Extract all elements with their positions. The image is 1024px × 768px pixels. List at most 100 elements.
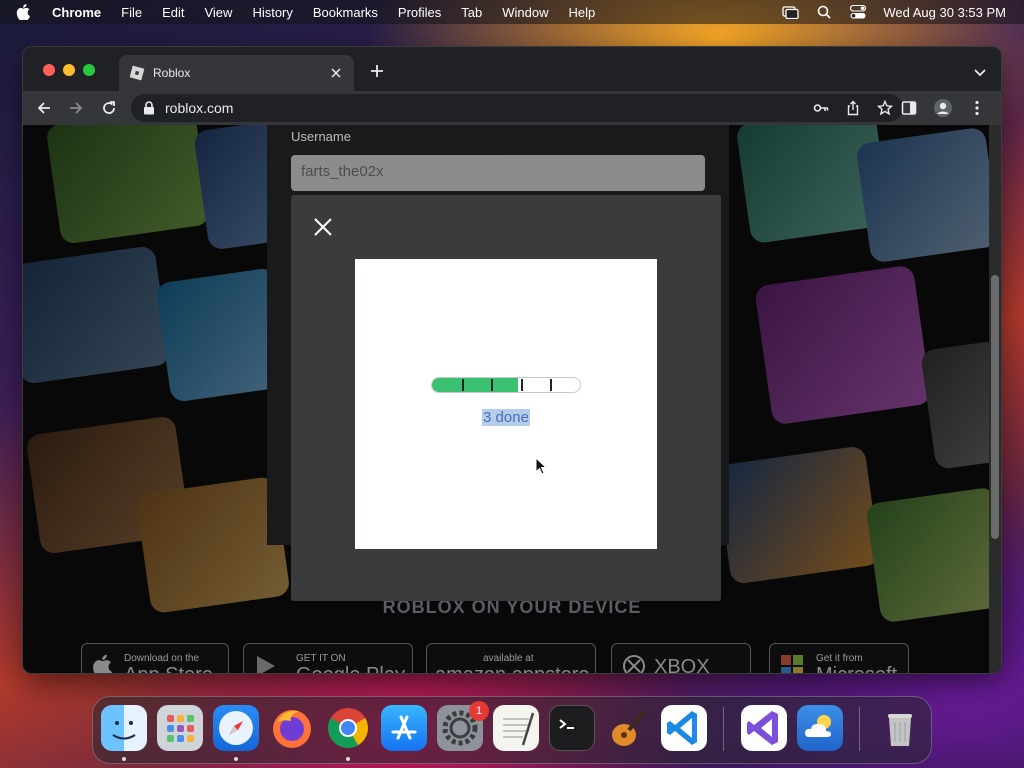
menu-app-name[interactable]: Chrome [52,5,101,20]
apple-logo-icon [92,654,116,673]
google-play-small-text: GET IT ON [296,653,346,664]
scrollbar-thumb[interactable] [991,275,999,539]
dock-garageband[interactable] [605,705,651,751]
address-bar[interactable]: roblox.com [131,94,903,122]
progress-bar [431,377,581,393]
clock[interactable]: Wed Aug 30 3:53 PM [883,5,1006,20]
xbox-logo-icon [622,654,646,673]
xbox-one-badge[interactable]: XBOX ONE [611,643,751,674]
share-icon[interactable] [845,100,861,119]
menu-history[interactable]: History [252,5,292,20]
menu-window[interactable]: Window [502,5,548,20]
firefox-icon [273,710,311,748]
profile-avatar-icon[interactable] [929,94,957,122]
spotlight-search-icon[interactable] [815,5,833,19]
tab-strip: Roblox [23,47,1001,91]
google-play-big-text: Google Play [296,664,405,673]
app-store-small-text: Download on the [124,653,200,664]
dock-textedit[interactable] [493,705,539,751]
dock-separator [859,707,860,751]
visual-studio-icon [747,711,778,745]
tab-search-chevron-icon[interactable] [973,65,987,77]
dock-weather[interactable] [797,705,843,751]
challenge-frame: 3 done [355,259,657,549]
microsoft-small-text: Get it from [816,653,863,664]
dock-separator [723,707,724,751]
google-play-icon [254,654,278,673]
running-indicator [346,757,350,761]
username-input[interactable]: farts_the02x [291,155,705,191]
dock-trash[interactable] [877,705,923,751]
app-store-badge[interactable]: Download on the App Store [81,643,229,673]
dock-app-store[interactable] [381,705,427,751]
menu-bar: Chrome File Edit View History Bookmarks … [0,0,1024,24]
back-arrow-icon[interactable] [30,94,58,122]
amazon-small-text: available at [483,653,534,664]
close-window-button[interactable] [43,64,55,76]
dock-visual-studio[interactable] [741,705,787,751]
chrome-menu-kebab-icon[interactable] [963,94,991,122]
dock-launchpad[interactable] [157,705,203,751]
dock-firefox[interactable] [269,705,315,751]
app-store-icon [391,715,417,740]
side-panel-icon[interactable] [895,94,923,122]
dock-safari[interactable] [213,705,259,751]
notification-badge: 1 [469,701,489,721]
menu-bookmarks[interactable]: Bookmarks [313,5,378,20]
zoom-window-button[interactable] [83,64,95,76]
menu-help[interactable]: Help [569,5,596,20]
progress-status-text: 3 done [482,409,530,426]
running-indicator [234,757,238,761]
dock-vscode[interactable] [661,705,707,751]
forward-arrow-icon[interactable] [62,94,90,122]
vscode-icon [667,711,697,745]
control-center-icon[interactable] [849,5,867,19]
screen-mirroring-icon[interactable] [781,5,799,19]
dock-chrome[interactable] [325,705,371,751]
lock-icon[interactable] [143,101,157,115]
bookmark-star-icon[interactable] [876,99,894,119]
browser-toolbar: roblox.com [23,91,1001,125]
new-tab-icon[interactable] [369,63,385,79]
menu-tab[interactable]: Tab [461,5,482,20]
app-store-big-text: App Store [124,664,213,673]
textedit-icon [503,712,535,746]
menu-profiles[interactable]: Profiles [398,5,441,20]
progress-status: 3 done [355,409,657,427]
menu-file[interactable]: File [121,5,142,20]
progress-segment-divider [491,379,494,391]
page-viewport: Username farts_the02x ROBLOX ON YOUR DEV… [23,125,1001,674]
dock-finder[interactable] [101,705,147,751]
reload-icon[interactable] [95,94,123,122]
close-icon[interactable] [311,215,335,239]
window-controls [43,64,95,76]
weather-cloud-icon [805,715,831,737]
running-indicator [122,757,126,761]
password-key-icon[interactable] [813,100,829,119]
progress-segment-divider [550,379,553,391]
safari-compass-icon [219,711,253,745]
progress-fill [432,378,518,392]
finder-icon [112,721,136,740]
menu-view[interactable]: View [204,5,232,20]
trash-icon [888,714,912,746]
apple-menu-icon[interactable] [16,4,38,20]
amazon-appstore-badge[interactable]: available at amazon appstore [426,643,596,673]
microsoft-store-badge[interactable]: Get it from Microsoft [769,643,909,673]
chrome-icon [328,708,368,748]
tab-roblox[interactable]: Roblox [119,55,354,91]
close-tab-icon[interactable] [328,65,344,81]
tab-title: Roblox [153,66,191,80]
progress-segment-divider [461,379,464,391]
microsoft-big-text: Microsoft [816,664,897,673]
minimize-window-button[interactable] [63,64,75,76]
dock-terminal[interactable] [549,705,595,751]
mouse-pointer-icon [535,456,548,475]
xbox-text: XBOX ONE [654,656,710,674]
amazon-big-text: amazon appstore [435,664,590,673]
menu-edit[interactable]: Edit [162,5,184,20]
page-scrollbar[interactable] [989,125,1001,673]
google-play-badge[interactable]: GET IT ON Google Play [243,643,413,673]
verification-modal: 3 done [291,195,721,601]
url-text[interactable]: roblox.com [165,100,233,116]
